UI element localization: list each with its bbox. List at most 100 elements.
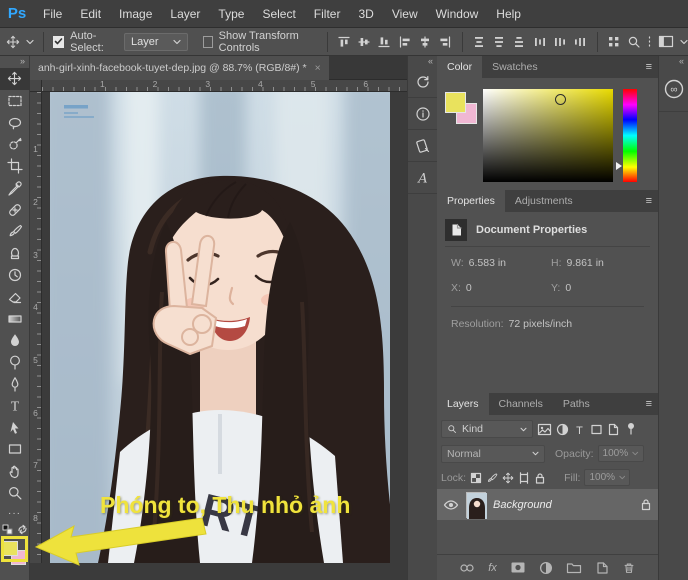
- lock-position-icon[interactable]: [502, 472, 514, 484]
- filter-type-layers-icon[interactable]: T: [573, 423, 586, 436]
- auto-select-target-dropdown[interactable]: Layer: [123, 32, 188, 51]
- link-layers-icon[interactable]: [459, 561, 475, 575]
- hue-slider[interactable]: [623, 89, 637, 182]
- history-brush-tool[interactable]: [0, 264, 30, 286]
- move-tool[interactable]: [0, 68, 30, 90]
- auto-select-checkbox[interactable]: [53, 35, 65, 48]
- dock-collapse-icon[interactable]: «: [408, 56, 437, 66]
- align-horizontal-centers-icon[interactable]: [418, 33, 432, 51]
- clone-stamp-tool[interactable]: [0, 242, 30, 264]
- menu-item[interactable]: Select: [253, 7, 304, 21]
- layer-thumbnail[interactable]: [466, 491, 487, 519]
- fill-value[interactable]: 100%: [584, 469, 631, 486]
- type-tool[interactable]: T: [0, 395, 30, 417]
- lock-pixels-icon[interactable]: [486, 472, 498, 484]
- layer-name[interactable]: Background: [493, 499, 633, 511]
- gradient-tool[interactable]: [0, 308, 30, 330]
- align-vertical-centers-icon[interactable]: [357, 33, 371, 51]
- blur-tool[interactable]: [0, 330, 30, 352]
- glyphs-panel-icon[interactable]: A: [408, 162, 438, 194]
- new-group-icon[interactable]: [566, 561, 582, 574]
- align-top-edges-icon[interactable]: [337, 33, 351, 51]
- search-icon[interactable]: [627, 33, 641, 51]
- device-preview-panel-icon[interactable]: [408, 130, 438, 162]
- preset-chevron-icon[interactable]: [26, 39, 34, 45]
- align-left-edges-icon[interactable]: [398, 33, 412, 51]
- menu-item[interactable]: 3D: [349, 7, 382, 21]
- menu-item[interactable]: Help: [487, 7, 530, 21]
- menu-item[interactable]: Edit: [71, 7, 110, 21]
- toolbar-collapse-icon[interactable]: »: [20, 56, 29, 68]
- lock-all-icon[interactable]: [534, 472, 546, 484]
- workspace-switcher-icon[interactable]: [658, 33, 674, 51]
- path-selection-tool[interactable]: [0, 417, 30, 439]
- saturation-brightness-field[interactable]: [483, 89, 613, 182]
- tab-swatches[interactable]: Swatches: [482, 56, 548, 78]
- filter-shape-layers-icon[interactable]: [590, 423, 603, 436]
- color-picker-ring[interactable]: [555, 94, 566, 105]
- menu-item[interactable]: Type: [209, 7, 253, 21]
- layer-style-fx-icon[interactable]: fx: [488, 562, 497, 574]
- workspace-chevron-icon[interactable]: [680, 39, 688, 45]
- panel-menu-icon[interactable]: ≡: [646, 190, 652, 212]
- add-layer-mask-icon[interactable]: [510, 561, 526, 574]
- tab-properties[interactable]: Properties: [437, 190, 505, 212]
- foreground-color-swatch[interactable]: [445, 92, 466, 113]
- creative-cloud-icon[interactable]: ∞: [659, 66, 688, 112]
- quick-selection-tool[interactable]: [0, 133, 30, 155]
- align-right-edges-icon[interactable]: [438, 33, 452, 51]
- opacity-value[interactable]: 100%: [597, 445, 644, 462]
- swap-colors-icon[interactable]: [17, 524, 28, 535]
- menu-item[interactable]: View: [383, 7, 427, 21]
- filter-smart-objects-icon[interactable]: [607, 423, 620, 436]
- rectangular-marquee-tool[interactable]: [0, 90, 30, 112]
- info-panel-icon[interactable]: [408, 98, 438, 130]
- edit-toolbar-icon[interactable]: ···: [8, 508, 21, 522]
- panel-menu-icon[interactable]: ≡: [646, 393, 652, 415]
- menu-item[interactable]: Window: [427, 7, 488, 21]
- delete-layer-icon[interactable]: [622, 561, 636, 575]
- dock-collapse-icon[interactable]: «: [659, 56, 688, 66]
- document-tab[interactable]: anh-girl-xinh-facebook-tuyet-dep.jpg @ 8…: [30, 56, 329, 80]
- distribute-right-edges-icon[interactable]: [573, 33, 587, 51]
- lasso-tool[interactable]: [0, 112, 30, 134]
- tab-color[interactable]: Color: [437, 56, 483, 78]
- hue-slider-marker[interactable]: [616, 162, 622, 170]
- filter-adjustment-layers-icon[interactable]: [556, 423, 569, 436]
- distribute-left-edges-icon[interactable]: [533, 33, 547, 51]
- new-layer-icon[interactable]: [595, 561, 609, 575]
- tab-channels[interactable]: Channels: [489, 393, 553, 415]
- default-colors-icon[interactable]: [2, 524, 13, 535]
- menu-item[interactable]: File: [34, 7, 71, 21]
- spot-healing-brush-tool[interactable]: [0, 199, 30, 221]
- close-icon[interactable]: ×: [315, 62, 321, 74]
- hand-tool[interactable]: [0, 460, 30, 482]
- menu-item[interactable]: Layer: [161, 7, 209, 21]
- new-adjustment-layer-icon[interactable]: [539, 561, 553, 575]
- filter-toggle-icon[interactable]: [626, 422, 636, 436]
- visibility-eye-icon[interactable]: [443, 499, 459, 511]
- show-transform-checkbox[interactable]: [202, 35, 213, 48]
- lock-transparency-icon[interactable]: [470, 472, 482, 484]
- blend-mode-dropdown[interactable]: Normal: [441, 444, 545, 463]
- brush-tool[interactable]: [0, 221, 30, 243]
- dodge-tool[interactable]: [0, 351, 30, 373]
- tab-layers[interactable]: Layers: [437, 393, 489, 415]
- menu-item[interactable]: Image: [110, 7, 161, 21]
- zoom-tool[interactable]: [0, 482, 30, 504]
- 3d-mode-icon[interactable]: [606, 33, 620, 51]
- tab-adjustments[interactable]: Adjustments: [505, 190, 583, 212]
- pen-tool[interactable]: [0, 373, 30, 395]
- layer-filter-kind-dropdown[interactable]: Kind: [441, 420, 533, 438]
- distribute-horizontal-centers-icon[interactable]: [553, 33, 567, 51]
- filter-pixel-layers-icon[interactable]: [537, 423, 552, 436]
- canvas-viewport[interactable]: 123456 12345678 RTE: [30, 80, 407, 563]
- distribute-vertical-centers-icon[interactable]: [492, 33, 506, 51]
- lock-artboard-icon[interactable]: [518, 471, 530, 484]
- rectangle-tool[interactable]: [0, 439, 30, 461]
- eraser-tool[interactable]: [0, 286, 30, 308]
- distribute-bottom-edges-icon[interactable]: [512, 33, 526, 51]
- layer-row-background[interactable]: Background: [437, 489, 658, 520]
- align-bottom-edges-icon[interactable]: [377, 33, 391, 51]
- eyedropper-tool[interactable]: [0, 177, 30, 199]
